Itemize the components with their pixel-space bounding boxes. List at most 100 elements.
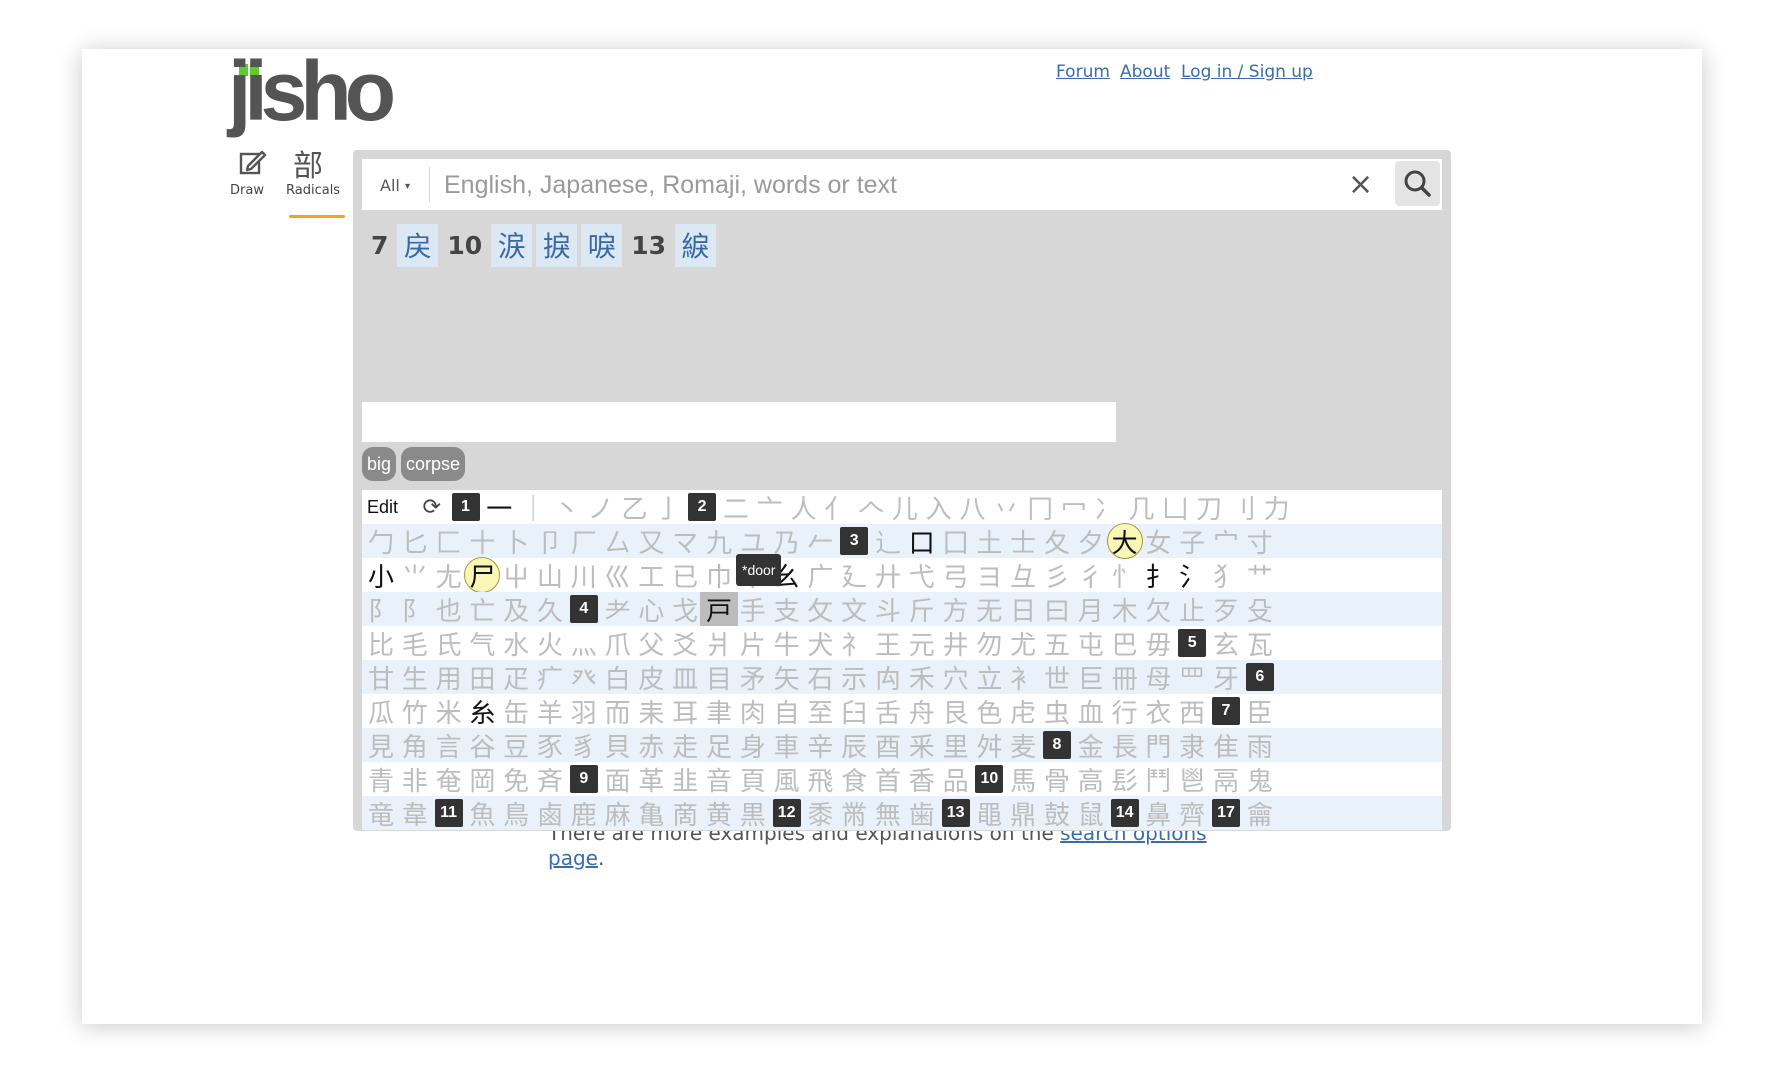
radical-disabled[interactable]: 囗 <box>937 524 975 559</box>
radical-disabled[interactable]: 用 <box>430 660 468 695</box>
radical-disabled[interactable]: 冫 <box>1089 490 1127 525</box>
radical-disabled[interactable]: 飛 <box>801 762 839 797</box>
radical-disabled[interactable]: 黹 <box>835 796 873 831</box>
radical-disabled[interactable]: 寸 <box>1241 524 1279 559</box>
radical-disabled[interactable]: 鼓 <box>1038 796 1076 831</box>
radical-disabled[interactable]: 面 <box>599 762 637 797</box>
radical-disabled[interactable]: 風 <box>768 762 806 797</box>
radical-disabled[interactable]: 骨 <box>1038 762 1076 797</box>
radical-disabled[interactable]: 儿 <box>886 490 924 525</box>
forum-link[interactable]: Forum <box>1056 62 1110 82</box>
radical-filter-input[interactable] <box>362 402 1116 442</box>
radical-disabled[interactable]: 髟 <box>1106 762 1144 797</box>
radical-disabled[interactable]: ⺌ <box>396 558 434 593</box>
kanji-result[interactable]: 戻 <box>397 223 439 267</box>
radical-disabled[interactable]: 瓦 <box>1241 626 1279 661</box>
radical-disabled[interactable]: 至 <box>801 694 839 729</box>
radical-disabled[interactable]: 也 <box>430 592 468 627</box>
radical-available[interactable]: 小 <box>362 558 400 593</box>
radical-disabled[interactable]: 生 <box>396 660 434 695</box>
radical-disabled[interactable]: 亠 <box>751 490 789 525</box>
radical-disabled[interactable]: 無 <box>869 796 907 831</box>
radical-selected[interactable]: 尸 <box>463 557 501 593</box>
radical-disabled[interactable]: 麻 <box>599 796 637 831</box>
radical-disabled[interactable]: 巴 <box>1106 626 1144 661</box>
radical-disabled[interactable]: 斉 <box>531 762 569 797</box>
radical-disabled[interactable]: 豆 <box>497 728 535 763</box>
radical-disabled[interactable]: 臼 <box>835 694 873 729</box>
radical-disabled[interactable]: 亅 <box>649 490 687 525</box>
radical-disabled[interactable]: 足 <box>700 728 738 763</box>
radical-disabled[interactable]: 五 <box>1038 626 1076 661</box>
kanji-result[interactable]: 涙 <box>491 223 533 267</box>
radical-disabled[interactable]: 虫 <box>1038 694 1076 729</box>
radical-disabled[interactable]: 牙 <box>1207 660 1245 695</box>
radical-disabled[interactable]: 斤 <box>903 592 941 627</box>
radical-disabled[interactable]: 鹵 <box>531 796 569 831</box>
radical-disabled[interactable]: 手 <box>734 592 772 627</box>
radical-disabled[interactable]: 刀 <box>1190 490 1228 525</box>
radical-disabled[interactable]: 十 <box>463 524 501 559</box>
radical-disabled[interactable]: 疒 <box>531 660 569 695</box>
radical-disabled[interactable]: 竹 <box>396 694 434 729</box>
radical-disabled[interactable]: 父 <box>632 626 670 661</box>
radical-disabled[interactable]: 王 <box>869 626 907 661</box>
radical-disabled[interactable]: 木 <box>1106 592 1144 627</box>
about-link[interactable]: About <box>1120 62 1170 82</box>
radical-disabled[interactable]: 自 <box>768 694 806 729</box>
edit-button[interactable]: Edit <box>362 490 417 524</box>
radical-disabled[interactable]: 阝 <box>396 592 434 627</box>
radical-disabled[interactable]: 示 <box>835 660 873 695</box>
radical-disabled[interactable]: 土 <box>970 524 1008 559</box>
radical-disabled[interactable]: 門 <box>1139 728 1177 763</box>
radical-disabled[interactable]: 水 <box>497 626 535 661</box>
radical-disabled[interactable]: 曰 <box>1038 592 1076 627</box>
radical-disabled[interactable]: 巛 <box>599 558 637 593</box>
radical-disabled[interactable]: 見 <box>362 728 400 763</box>
radical-disabled[interactable]: 力 <box>1258 490 1296 525</box>
radical-disabled[interactable]: 爻 <box>666 626 704 661</box>
radical-disabled[interactable]: 比 <box>362 626 400 661</box>
radical-disabled[interactable]: ノ <box>582 490 620 525</box>
radical-disabled[interactable]: 彳 <box>1072 558 1110 593</box>
radical-disabled[interactable]: 爿 <box>700 626 738 661</box>
radical-disabled[interactable]: 瓜 <box>362 694 400 729</box>
radical-disabled[interactable]: 无 <box>970 592 1008 627</box>
radical-disabled[interactable]: 弋 <box>903 558 941 593</box>
radical-disabled[interactable]: 香 <box>903 762 941 797</box>
radical-disabled[interactable]: 鼎 <box>1004 796 1042 831</box>
radical-disabled[interactable]: 禸 <box>869 660 907 695</box>
radical-disabled[interactable]: 方 <box>937 592 975 627</box>
draw-mode-button[interactable]: Draw <box>230 145 276 201</box>
radical-available[interactable]: 糸 <box>463 694 501 729</box>
radical-disabled[interactable]: 尤 <box>1004 626 1042 661</box>
radical-disabled[interactable]: 竜 <box>362 796 400 831</box>
radical-disabled[interactable]: 免 <box>497 762 535 797</box>
radical-disabled[interactable]: 卜 <box>497 524 535 559</box>
radical-disabled[interactable]: 米 <box>430 694 468 729</box>
radical-disabled[interactable]: 又 <box>632 524 670 559</box>
radical-disabled[interactable]: 刂 <box>1224 490 1262 525</box>
radical-disabled[interactable]: 言 <box>430 728 468 763</box>
radical-disabled[interactable]: ⻌ <box>869 524 907 559</box>
radical-disabled[interactable]: 癶 <box>565 660 603 695</box>
clear-icon[interactable]: × <box>1348 167 1373 202</box>
radical-disabled[interactable]: 豕 <box>531 728 569 763</box>
radical-disabled[interactable]: ユ <box>734 524 772 559</box>
radical-disabled[interactable]: 皿 <box>666 660 704 695</box>
radical-disabled[interactable]: 广 <box>801 558 839 593</box>
radical-disabled[interactable]: 田 <box>463 660 501 695</box>
radical-disabled[interactable]: 八 <box>954 490 992 525</box>
radical-disabled[interactable]: 舟 <box>903 694 941 729</box>
radical-disabled[interactable]: 疋 <box>497 660 535 695</box>
radical-disabled[interactable]: 目 <box>700 660 738 695</box>
kanji-result[interactable]: 捩 <box>536 223 578 267</box>
radical-disabled[interactable]: 聿 <box>700 694 738 729</box>
radical-disabled[interactable]: 身 <box>734 728 772 763</box>
radical-available[interactable]: 口 <box>903 524 941 559</box>
radical-disabled[interactable]: ⺹ <box>599 592 637 627</box>
radical-disabled[interactable]: 爪 <box>599 626 637 661</box>
radical-disabled[interactable]: 支 <box>768 592 806 627</box>
kanji-result[interactable]: 綟 <box>675 223 716 267</box>
radical-disabled[interactable]: 日 <box>1004 592 1042 627</box>
